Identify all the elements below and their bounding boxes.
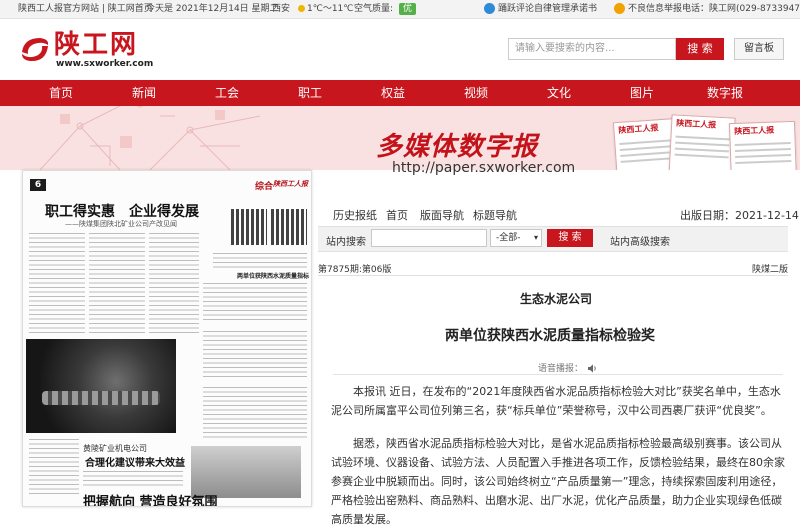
article-paragraph: 据悉，陕西省水泥品质指标检验大对比，是省水泥品质指标检验最高级别赛事。该公司从试… <box>331 437 785 526</box>
qr-code-icon <box>231 209 267 245</box>
air-quality-value: 优 <box>399 3 417 15</box>
divider <box>333 374 783 375</box>
divider <box>318 275 788 276</box>
article-title: 两单位获陕西水泥质量指标检验奖 <box>445 328 655 344</box>
air-quality-label: 空气质量: <box>354 4 394 14</box>
page-number: 6 <box>30 179 46 191</box>
commitment-link-label: 踊跃评论自律管理承诺书 <box>498 4 598 14</box>
page-headline[interactable]: 职工得实惠 企业得发展 <box>45 201 199 221</box>
nav-item-culture[interactable]: 文化 <box>547 80 571 106</box>
history-papers-link[interactable]: 历史报纸 <box>333 207 377 223</box>
guestbook-button[interactable]: 留言板 <box>734 38 784 60</box>
text-column <box>203 281 307 321</box>
nav-item-photos[interactable]: 图片 <box>630 80 654 106</box>
nav-item-rights[interactable]: 权益 <box>381 80 405 106</box>
alert-icon <box>614 3 625 14</box>
paper-home-link[interactable]: 首页 <box>386 207 408 223</box>
chevron-down-icon: ▾ <box>533 233 538 242</box>
small-headline: 两单位获陕西水泥质量指标 <box>237 273 310 280</box>
voice-broadcast-label: 语音播报： <box>538 364 584 374</box>
site-search-scope-select[interactable]: -全部- ▾ <box>490 229 542 247</box>
text-column <box>89 231 145 335</box>
top-info-bar: 陕西工人报官方网站 | 陕工网首页 今天是 2021年12月14日 星期二 西安… <box>0 0 800 19</box>
site-search-bar: 站内搜索 -全部- ▾ 搜 索 站内高级搜索 <box>318 226 788 252</box>
site-search-scope-value: -全部- <box>496 233 521 243</box>
site-search-input[interactable] <box>371 229 487 247</box>
logo-url: www.sxworker.com <box>56 59 154 69</box>
report-hotline-label: 不良信息举报电话：陕工网(029-87339475) <box>628 4 800 14</box>
main-nav: 首页 新闻 工会 职工 权益 视频 文化 图片 数字报 <box>0 80 800 106</box>
edition-info: 第7875期:第06版 <box>318 265 392 275</box>
text-column <box>203 329 307 379</box>
paper-thumbnail: 陕西工人报 <box>668 114 736 170</box>
text-column <box>213 251 307 269</box>
air-quality-badge: 优 <box>399 0 417 18</box>
feature-headline[interactable]: 合理化建议带来大效益 <box>85 454 185 469</box>
banner-url[interactable]: http://paper.sxworker.com <box>392 160 575 176</box>
search-input[interactable]: 请输入要搜索的内容... <box>508 38 676 60</box>
text-column <box>149 231 199 335</box>
current-date: 今天是 2021年12月14日 星期二 <box>146 4 279 14</box>
sun-icon <box>298 5 305 12</box>
site-search-button[interactable]: 搜 索 <box>547 229 593 247</box>
nav-item-news[interactable]: 新闻 <box>132 80 156 106</box>
page-photo <box>26 339 176 433</box>
logo-name: 陕工网 <box>54 30 139 60</box>
page-section: 综合 <box>255 182 274 192</box>
feature-subhead: 黄陵矿业机电公司 <box>83 444 147 453</box>
globe-icon <box>484 3 495 14</box>
article-paragraph: 本报讯 近日，在发布的“2021年度陕西省水泥品质指标检验大对比”获奖名单中，生… <box>331 385 781 417</box>
site-logo[interactable]: 陕工网 www.sxworker.com <box>18 30 158 69</box>
text-column <box>203 385 307 441</box>
voice-broadcast[interactable]: 语音播报： <box>538 361 598 374</box>
page-name: 陕煤二版 <box>752 265 789 275</box>
text-column <box>29 437 79 497</box>
text-column <box>29 231 85 335</box>
search-button[interactable]: 搜 索 <box>676 38 724 60</box>
paper-thumbnail: 陕西工人报 <box>728 120 798 170</box>
qr-code-icon <box>271 209 307 245</box>
publish-date: 出版日期：2021-12-14 <box>680 209 799 222</box>
report-hotline[interactable]: 不良信息举报电话：陕工网(029-87339475) <box>614 0 800 18</box>
title-nav-link[interactable]: 标题导航 <box>473 207 517 223</box>
page-nav-link[interactable]: 版面导航 <box>420 207 464 223</box>
page-headline-sub: ——陕煤集团陕北矿业公司产改见闻 <box>65 220 177 228</box>
weather-temperature: 1℃～11℃ <box>307 4 354 14</box>
nav-item-video[interactable]: 视频 <box>464 80 488 106</box>
commitment-link[interactable]: 踊跃评论自律管理承诺书 <box>484 0 597 18</box>
advanced-search-link[interactable]: 站内高级搜索 <box>610 233 670 248</box>
weather-info: 1℃～11℃ <box>298 0 353 18</box>
nav-item-workers[interactable]: 职工 <box>298 80 322 106</box>
page-masthead: 陕西工人报 <box>273 180 308 188</box>
nav-item-digital-paper[interactable]: 数字报 <box>707 80 743 106</box>
newspaper-page-image[interactable]: 6 综合 陕西工人报 职工得实惠 企业得发展 ——陕煤集团陕北矿业公司产改见闻 … <box>22 170 312 507</box>
nav-item-union[interactable]: 工会 <box>215 80 239 106</box>
nav-item-home[interactable]: 首页 <box>49 80 73 106</box>
weather-city: 西安 <box>272 4 291 14</box>
site-search-label: 站内搜索 <box>326 237 366 248</box>
banner-title: 多媒体数字报 <box>376 132 539 162</box>
article-subtitle: 生态水泥公司 <box>520 292 593 306</box>
site-links[interactable]: 陕西工人报官方网站 | 陕工网首页 <box>18 0 153 18</box>
logo-swirl-icon <box>22 38 49 62</box>
text-column <box>83 469 183 487</box>
speaker-icon[interactable] <box>587 364 598 373</box>
